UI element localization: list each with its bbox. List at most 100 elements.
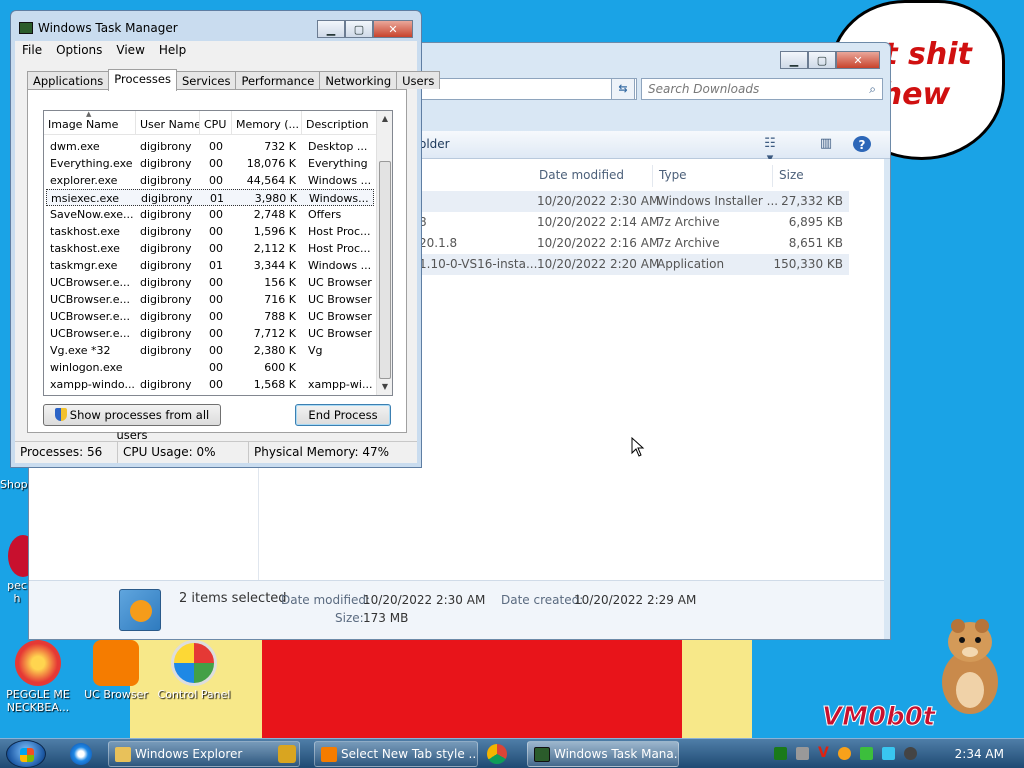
search-input[interactable]: Search Downloads ⌕: [641, 78, 883, 100]
window-title: Windows Task Manager: [38, 21, 178, 35]
tray-app-icon[interactable]: [774, 747, 787, 760]
show-all-processes-button[interactable]: Show processes from all users: [43, 404, 221, 442]
column-header-image-name[interactable]: ▲ Image Name: [44, 111, 136, 135]
maximize-button[interactable]: ▢: [808, 51, 836, 69]
process-row[interactable]: Vg.exe *32 digibrony 00 2,380 K Vg: [46, 342, 374, 359]
address-bar[interactable]: ▼: [419, 78, 637, 100]
tray-network-icon[interactable]: [796, 747, 809, 760]
tray-search-icon[interactable]: [838, 747, 851, 760]
menu-view[interactable]: View: [109, 41, 151, 61]
process-description: Windows ...: [308, 174, 372, 187]
size-label: Size:: [335, 611, 364, 625]
desktop-icon-label: Shop: [0, 478, 28, 491]
start-button[interactable]: [6, 740, 46, 768]
process-row[interactable]: dwm.exe digibrony 00 732 K Desktop ...: [46, 138, 374, 155]
file-row[interactable]: 8 10/20/2022 2:14 AM 7z Archive 6,895 KB: [419, 212, 849, 233]
preview-pane-icon[interactable]: ▥: [817, 136, 835, 152]
column-header-size[interactable]: Size: [773, 165, 849, 187]
menu-options[interactable]: Options: [49, 41, 109, 61]
column-header-cpu[interactable]: CPU: [200, 111, 232, 135]
tab-applications[interactable]: Applications: [27, 71, 110, 89]
tab-processes[interactable]: Processes: [108, 69, 177, 91]
menu-file[interactable]: File: [15, 41, 49, 61]
tab-users[interactable]: Users: [396, 71, 441, 89]
process-row[interactable]: UCBrowser.e... digibrony 00 788 K UC Browser: [46, 308, 374, 325]
column-header-description[interactable]: Description: [302, 111, 378, 135]
process-row[interactable]: taskmgr.exe digibrony 01 3,344 K Windows ...: [46, 257, 374, 274]
process-row[interactable]: Everything.exe digibrony 00 18,076 K Everyth…: [46, 155, 374, 172]
process-row[interactable]: taskhost.exe digibrony 00 1,596 K Host Proc.…: [46, 223, 374, 240]
scrollbar-thumb[interactable]: [379, 161, 391, 379]
file-date: 10/20/2022 2:30 AM: [537, 194, 660, 208]
search-placeholder: Search Downloads: [648, 82, 760, 96]
process-cpu: 01: [210, 192, 224, 205]
process-image-name: taskhost.exe: [50, 225, 120, 238]
desktop-icon-uc-browser[interactable]: UC Browser: [78, 640, 154, 701]
sort-arrow-icon: ▲: [86, 111, 92, 118]
desktop-icon-control-panel[interactable]: Control Panel: [156, 640, 232, 701]
hamster-icon: [942, 619, 998, 714]
tray-v-icon[interactable]: V: [818, 746, 831, 760]
file-row[interactable]: 1.10-0-VS16-insta... 10/20/2022 2:20 AM …: [419, 254, 849, 275]
taskbar-button-task-manager[interactable]: Windows Task Mana...: [527, 741, 679, 767]
process-row[interactable]: explorer.exe digibrony 00 44,564 K Windows .…: [46, 172, 374, 189]
menu-help[interactable]: Help: [152, 41, 193, 61]
created-label: Date created:: [501, 593, 584, 607]
tab-services[interactable]: Services: [175, 71, 237, 89]
process-row[interactable]: xampp-windo... digibrony 00 1,568 K xampp-wi…: [46, 376, 374, 393]
process-image-name: taskmgr.exe: [50, 259, 118, 272]
close-button[interactable]: ✕: [836, 51, 880, 69]
column-header-user-name[interactable]: User Name: [136, 111, 200, 135]
desktop-icon-peggle[interactable]: PEGGLE ME NECKBEA...: [0, 640, 76, 714]
tab-performance[interactable]: Performance: [235, 71, 321, 89]
taskbar-button-explorer[interactable]: Windows Explorer: [108, 741, 300, 767]
column-header-date-modified[interactable]: Date modified: [533, 165, 653, 187]
file-row[interactable]: 20.1.8 10/20/2022 2:16 AM 7z Archive 8,6…: [419, 233, 849, 254]
taskbar-button-label: Select New Tab style ...: [341, 747, 478, 761]
process-row[interactable]: UCBrowser.e... digibrony 00 716 K UC Browser: [46, 291, 374, 308]
end-process-button[interactable]: End Process: [295, 404, 391, 426]
process-list[interactable]: ▲ Image Name User Name CPU Memory (... De…: [43, 110, 393, 396]
file-size: 150,330 KB: [773, 257, 843, 271]
clock[interactable]: 2:34 AM: [955, 747, 1004, 761]
process-cpu: 00: [209, 310, 223, 323]
refresh-icon[interactable]: ⇆: [611, 78, 635, 100]
status-memory: Physical Memory: 47%: [254, 445, 390, 459]
taskbar-button-uc-browser[interactable]: Select New Tab style ...: [314, 741, 478, 767]
explorer-window-controls: ▁ ▢ ✕: [780, 51, 880, 69]
process-row[interactable]: winlogon.exe 00 600 K: [46, 359, 374, 376]
task-manager-window[interactable]: Windows Task Manager ▁ ▢ ✕ File Options …: [10, 10, 441, 468]
tab-networking[interactable]: Networking: [319, 71, 398, 89]
minimize-button[interactable]: ▁: [780, 51, 808, 69]
maximize-button[interactable]: ▢: [345, 20, 373, 38]
file-row[interactable]: 10/20/2022 2:30 AM Windows Installer ...…: [419, 191, 849, 212]
column-header-type[interactable]: Type: [653, 165, 773, 187]
tray-volume-icon[interactable]: [904, 747, 917, 760]
tray-display-icon[interactable]: [882, 747, 895, 760]
process-row[interactable]: UCBrowser.e... digibrony 00 7,712 K UC Brows…: [46, 325, 374, 342]
process-memory: 2,112 K: [253, 242, 296, 255]
process-image-name: explorer.exe: [50, 174, 118, 187]
process-row[interactable]: UCBrowser.e... digibrony 00 156 K UC Browser: [46, 274, 374, 291]
process-row[interactable]: msiexec.exe digibrony 01 3,980 K Windows...: [46, 189, 374, 206]
column-header-memory[interactable]: Memory (...: [232, 111, 302, 135]
scroll-up-icon[interactable]: ▲: [377, 111, 393, 127]
file-date: 10/20/2022 2:16 AM: [537, 236, 660, 250]
folder-icon: [115, 747, 131, 762]
scroll-down-icon[interactable]: ▼: [377, 379, 393, 395]
process-list-scrollbar[interactable]: ▲ ▼: [376, 111, 392, 395]
chrome-icon[interactable]: [487, 744, 507, 764]
close-button[interactable]: ✕: [373, 20, 413, 38]
modified-label: Date modified:: [281, 593, 371, 607]
minimize-button[interactable]: ▁: [317, 20, 345, 38]
new-folder-button[interactable]: older: [419, 137, 450, 151]
file-type: 7z Archive: [657, 236, 720, 250]
process-row[interactable]: taskhost.exe digibrony 00 2,112 K Host Proc.…: [46, 240, 374, 257]
file-size: 27,332 KB: [781, 194, 843, 208]
help-icon[interactable]: ?: [853, 136, 871, 152]
internet-explorer-icon[interactable]: [70, 743, 92, 765]
view-options-icon[interactable]: ☷ ▾: [761, 136, 779, 166]
tray-green-icon[interactable]: [860, 747, 873, 760]
media-player-icon[interactable]: [278, 745, 296, 763]
process-row[interactable]: SaveNow.exe... digibrony 00 2,748 K Offers: [46, 206, 374, 223]
